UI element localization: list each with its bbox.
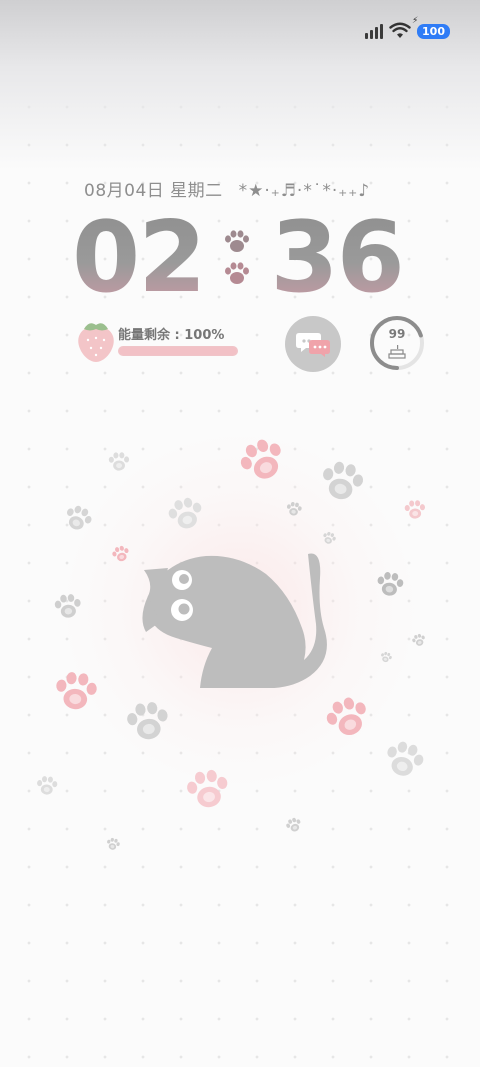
battery-indicator: ⚡ 100 (412, 16, 450, 39)
clock-hours: 02 (72, 201, 206, 315)
energy-progress-bar (118, 346, 238, 356)
progress-ring (370, 316, 424, 370)
paw-icon (412, 633, 425, 646)
status-bar: ⚡ 100 (365, 16, 450, 40)
ring-widget[interactable]: 99 (368, 314, 426, 372)
battery-level: 100 (422, 24, 445, 38)
energy-progress-fill (119, 347, 237, 355)
wifi-icon (389, 22, 411, 38)
date-text: 08月04日 (84, 181, 165, 201)
paw-icon (54, 594, 81, 618)
paw-icon (286, 817, 301, 832)
clock-separator (212, 230, 262, 286)
energy-widget[interactable]: 能量剩余 : 100% (76, 316, 246, 366)
paw-icon (187, 769, 228, 808)
paw-icon (377, 572, 404, 596)
paw-icon (287, 501, 302, 516)
paw-icon (225, 230, 250, 252)
charging-icon: ⚡ (412, 15, 419, 26)
message-widget[interactable] (285, 316, 341, 372)
paw-icon (225, 262, 250, 284)
date-line: 08月04日 星期二 *★·₊♬·*˙*·₊₊♪ (84, 176, 370, 201)
paw-icon (323, 461, 364, 500)
clock-minutes: 36 (270, 201, 404, 315)
cake-icon (388, 345, 406, 359)
strawberry-icon (78, 323, 114, 362)
paw-icon (56, 672, 97, 710)
paw-icon (107, 837, 120, 850)
weekday-text: 星期二 (170, 181, 223, 201)
date-decoration: *★·₊♬·*˙*·₊₊♪ (238, 181, 371, 201)
paw-icon (127, 702, 168, 740)
clock[interactable]: 02 36 (72, 201, 405, 315)
chat-bubbles-icon (296, 333, 330, 357)
paw-icon (37, 776, 58, 795)
cat-illustration (142, 553, 327, 688)
paw-icon (387, 741, 424, 776)
ring-value: 99 (388, 327, 406, 341)
energy-label: 能量剩余 : 100% (118, 328, 225, 343)
paw-icon (404, 500, 426, 519)
paw-icon (108, 452, 130, 471)
cellular-signal-icon (365, 23, 384, 39)
